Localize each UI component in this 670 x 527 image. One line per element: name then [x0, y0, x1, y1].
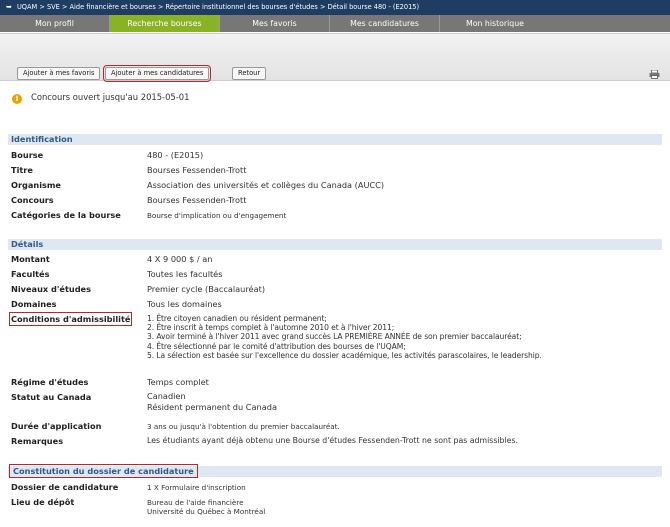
value-dossier: 1 X Formulaire d'inscription — [147, 483, 246, 492]
value-domaines: Tous les domaines — [147, 299, 222, 309]
breadcrumb-sep: > — [39, 3, 47, 11]
label-domaines: Domaines — [11, 299, 57, 309]
add-to-applications-button[interactable]: Ajouter à mes candidatures — [102, 65, 212, 82]
arrow-icon: ➥ — [6, 3, 12, 11]
label-facultes: Facultés — [11, 269, 50, 279]
back-button[interactable]: Retour — [232, 67, 267, 80]
breadcrumb-current: Détail bourse 480 - (E2015) — [327, 3, 420, 11]
label-bourse: Bourse — [11, 150, 44, 160]
deadline-text: Concours ouvert jusqu'au 2015-05-01 — [31, 92, 190, 102]
condition-item: 2. Être inscrit à temps complet à l'auto… — [147, 323, 395, 333]
value-facultes: Toutes les facultés — [147, 269, 223, 279]
label-regime: Régime d'études — [11, 377, 89, 387]
breadcrumb-sep: > — [157, 3, 166, 11]
section-details: Détails — [8, 239, 662, 250]
statut-item: Résident permanent du Canada — [147, 402, 277, 413]
condition-item: 3. Avoir terminé à l'hiver 2011 avec gra… — [147, 332, 522, 342]
label-lieu: Lieu de dépôt — [11, 497, 75, 507]
label-conditions: Conditions d'admissibilité — [8, 312, 133, 326]
label-organisme: Organisme — [11, 180, 61, 190]
info-icon: i — [12, 94, 22, 104]
label-montant: Montant — [11, 254, 50, 264]
value-montant: 4 X 9 000 $ / an — [147, 254, 213, 264]
tab-mon-profil[interactable]: Mon profil — [0, 15, 110, 32]
toolbar — [0, 33, 670, 81]
value-organisme: Association des universités et collèges … — [147, 180, 385, 190]
breadcrumb-sep: > — [61, 3, 70, 11]
value-statut: Canadien Résident permanent du Canada — [147, 391, 277, 413]
main-nav-tabs: Mon profil Recherche bourses Mes favoris… — [0, 15, 670, 32]
conditions-list: 1. Être citoyen canadien ou résident per… — [147, 314, 542, 360]
tab-mes-favoris[interactable]: Mes favoris — [220, 15, 330, 32]
value-lieu: Bureau de l'aide financière Université d… — [147, 498, 265, 517]
value-niveaux: Premier cycle (Baccalauréat) — [147, 284, 266, 294]
condition-item: 1. Être citoyen canadien ou résident per… — [147, 314, 327, 323]
tab-mes-candidatures[interactable]: Mes candidatures — [330, 15, 440, 32]
breadcrumb: ➥ UQAM > SVE > Aide financière et bourse… — [0, 0, 670, 15]
deadline-notice: i Concours ouvert jusqu'au 2015-05-01 — [12, 92, 189, 104]
value-remarques: Les étudiants ayant déjà obtenu une Bour… — [147, 436, 519, 445]
value-regime: Temps complet — [147, 377, 209, 387]
value-concours: Bourses Fessenden-Trott — [147, 195, 247, 205]
section-constitution: Constitution du dossier de candidature — [8, 464, 662, 478]
section-identification: Identification — [8, 134, 662, 145]
label-categories: Catégories de la bourse — [11, 210, 121, 220]
condition-item: 5. La sélection est basée sur l'excellen… — [147, 350, 542, 360]
print-icon[interactable] — [649, 70, 660, 79]
breadcrumb-sve[interactable]: SVE — [47, 3, 60, 11]
label-remarques: Remarques — [11, 436, 64, 446]
statut-item: Canadien — [147, 391, 186, 401]
add-to-favorites-button[interactable]: Ajouter à mes favoris — [17, 67, 101, 80]
lieu-item: Bureau de l'aide financière — [147, 498, 244, 507]
label-titre: Titre — [11, 165, 33, 175]
label-statut: Statut au Canada — [11, 392, 92, 402]
value-categories: Bourse d'implication ou d'engagement — [147, 211, 287, 220]
breadcrumb-repertoire[interactable]: Répertoire institutionnel des bourses d'… — [166, 3, 318, 11]
tab-mon-historique[interactable]: Mon historique — [440, 15, 550, 32]
label-niveaux: Niveaux d'études — [11, 284, 91, 294]
breadcrumb-uqam[interactable]: UQAM — [17, 3, 37, 11]
value-duree: 3 ans ou jusqu'à l'obtention du premier … — [147, 422, 340, 431]
tab-recherche-bourses[interactable]: Recherche bourses — [110, 15, 220, 32]
value-bourse: 480 - (E2015) — [147, 150, 204, 160]
label-duree: Durée d'application — [11, 421, 102, 431]
constitution-header-text: Constitution du dossier de candidature — [9, 464, 198, 478]
label-dossier: Dossier de candidature — [11, 482, 119, 492]
value-titre: Bourses Fessenden-Trott — [147, 165, 247, 175]
breadcrumb-aide[interactable]: Aide financière et bourses — [70, 3, 156, 11]
condition-item: 4. Être sélectionné par le comité d'attr… — [147, 341, 406, 351]
label-concours: Concours — [11, 195, 54, 205]
lieu-item: Université du Québec à Montréal — [147, 507, 266, 517]
breadcrumb-sep: > — [319, 3, 328, 11]
